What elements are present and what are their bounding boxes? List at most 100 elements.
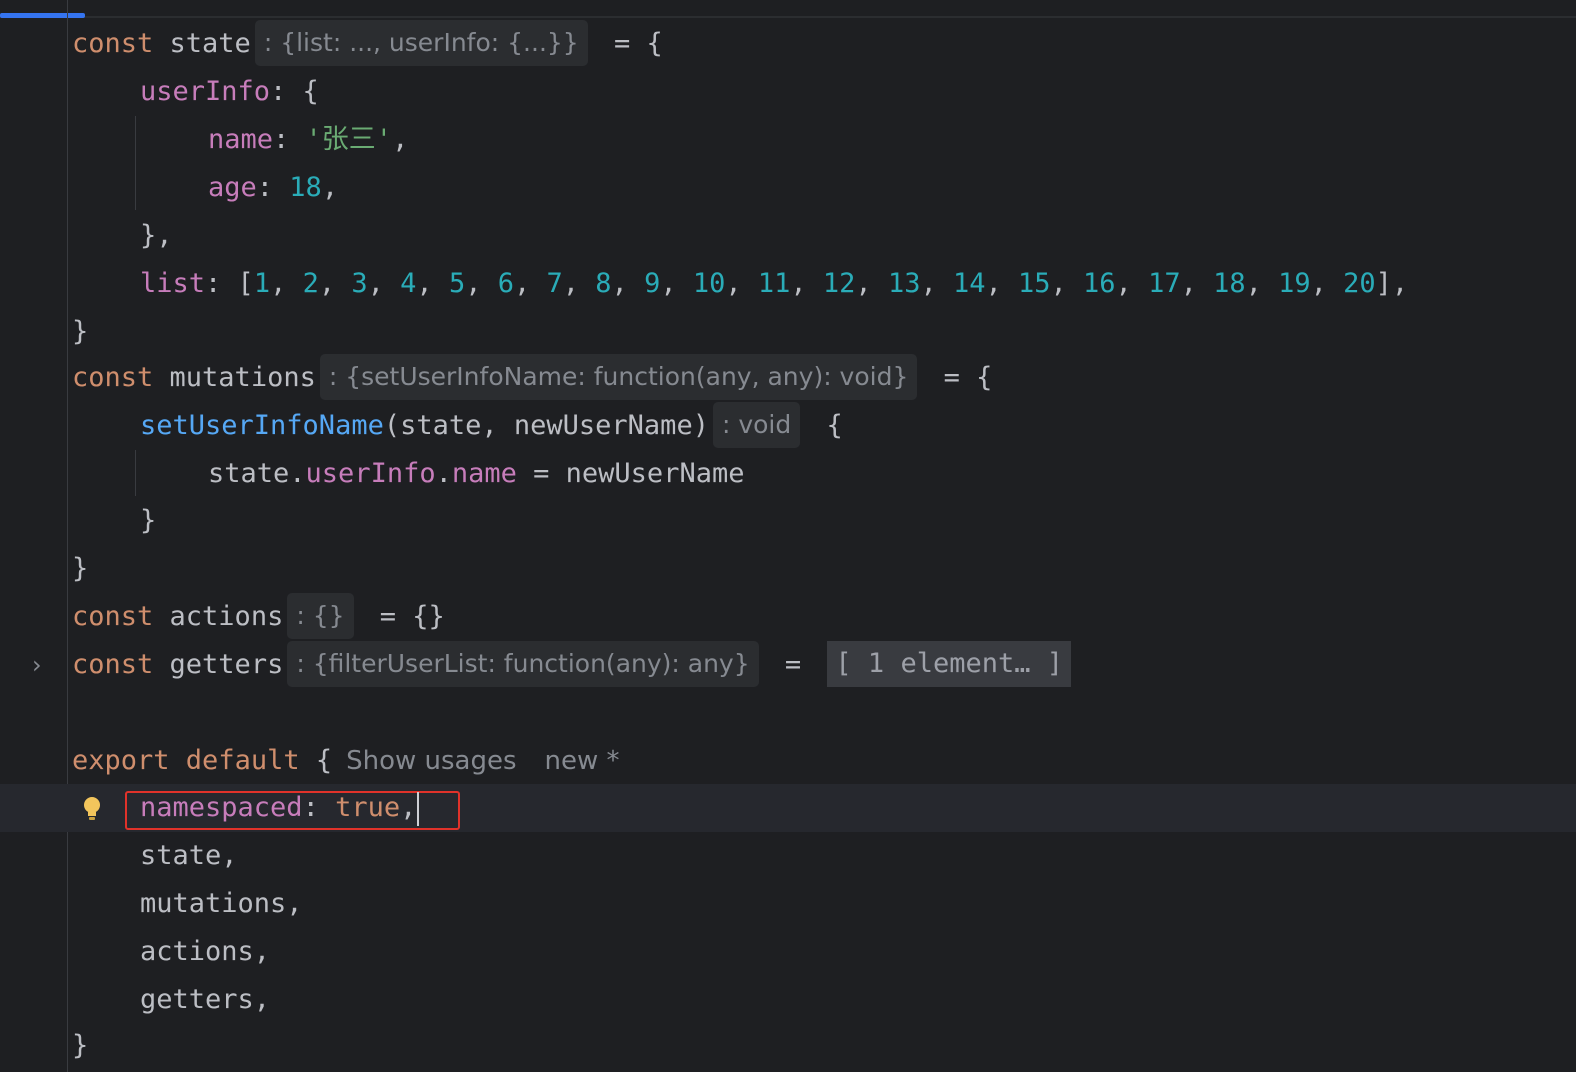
separator: , xyxy=(416,268,449,299)
separator: , xyxy=(611,268,645,299)
number-literal: 15 xyxy=(1018,268,1051,299)
number-literal: 9 xyxy=(644,268,661,299)
property: userInfo xyxy=(140,76,271,107)
property: name xyxy=(451,458,517,489)
number-literal: 1 xyxy=(253,268,271,299)
number-literal: 11 xyxy=(757,268,791,299)
code-line-setuserinfoname[interactable]: setUserInfoName(state, newUserName): voi… xyxy=(140,402,843,450)
code-line[interactable]: } xyxy=(72,308,88,356)
keyword: const xyxy=(72,601,154,632)
code-text: { xyxy=(299,745,333,776)
separator: , xyxy=(318,268,352,299)
string-literal: '张三' xyxy=(305,124,393,155)
code-line-export-default[interactable]: export default { Show usages new * xyxy=(72,737,620,785)
number-literal: 14 xyxy=(952,268,986,299)
progress-track xyxy=(0,16,1576,18)
code-text: } xyxy=(72,1030,89,1061)
separator: , xyxy=(725,268,758,299)
code-text: : [ xyxy=(205,268,254,299)
separator: , xyxy=(513,268,547,299)
separator: , xyxy=(1050,268,1084,299)
type-inlay-hint[interactable]: : {} xyxy=(287,593,354,639)
code-line-age[interactable]: age: 18, xyxy=(208,164,338,212)
separator: , xyxy=(562,268,596,299)
number-literal: 13 xyxy=(887,268,921,299)
keyword: const xyxy=(72,28,154,59)
code-line[interactable]: }, xyxy=(140,212,173,260)
function-name: setUserInfoName xyxy=(140,410,384,441)
code-line[interactable]: actions, xyxy=(140,928,270,976)
type-inlay-hint[interactable]: : {setUserInfoName: function(any, any): … xyxy=(319,354,918,400)
code-text: mutations, xyxy=(140,888,303,919)
separator: , xyxy=(920,268,953,299)
keyword: const xyxy=(72,649,154,680)
number-array: 1, 2, 3, 4, 5, 6, 7, 8, 9, 10, 11, 12, 1… xyxy=(254,268,1376,299)
code-text: : xyxy=(256,172,290,203)
code-text: }, xyxy=(140,220,173,251)
code-line-userinfo[interactable]: userInfo: { xyxy=(140,68,319,116)
keyword: default xyxy=(169,745,300,776)
code-line[interactable]: } xyxy=(72,1022,88,1070)
property: userInfo xyxy=(305,458,436,489)
code-line[interactable]: } xyxy=(140,497,156,545)
code-text: , xyxy=(392,124,409,155)
number-literal: 2 xyxy=(302,268,319,299)
code-line[interactable]: } xyxy=(72,545,88,593)
type-inlay-hint[interactable]: : {list: ..., userInfo: {...}} xyxy=(254,20,588,66)
code-line-name[interactable]: name: '张三', xyxy=(208,116,408,164)
number-literal: 3 xyxy=(351,268,368,299)
code-line-getters-decl[interactable]: const getters: {filterUserList: function… xyxy=(72,641,1071,689)
code-text: } xyxy=(140,505,157,536)
property: age xyxy=(208,172,257,203)
code-text: , xyxy=(321,172,339,203)
code-text: actions, xyxy=(140,936,271,967)
code-line[interactable]: state, xyxy=(140,832,238,880)
code-text: } xyxy=(72,553,89,584)
code-editor[interactable]: const state: {list: ..., userInfo: {...}… xyxy=(0,0,1576,1072)
number-literal: 18 xyxy=(289,172,322,203)
code-text: : xyxy=(302,792,336,823)
separator: , xyxy=(1245,268,1279,299)
author-hint[interactable]: new * xyxy=(545,746,620,776)
separator: , xyxy=(855,268,888,299)
folded-region[interactable]: [ 1 element… ] xyxy=(827,641,1071,687)
code-line-state-decl[interactable]: const state: {list: ..., userInfo: {...}… xyxy=(72,20,663,68)
keyword: export xyxy=(72,745,170,776)
code-line[interactable]: mutations, xyxy=(140,880,303,928)
identifier: actions xyxy=(153,601,284,632)
number-literal: 20 xyxy=(1343,268,1376,299)
number-literal: 19 xyxy=(1278,268,1311,299)
return-type-inlay-hint[interactable]: : void xyxy=(712,402,801,448)
number-literal: 4 xyxy=(400,268,417,299)
code-text: ], xyxy=(1375,268,1409,299)
keyword: const xyxy=(72,362,154,393)
indent-guide xyxy=(135,116,136,210)
code-text: } xyxy=(72,316,89,347)
number-literal: 10 xyxy=(692,268,726,299)
code-line-actions-decl[interactable]: const actions: {} = {} xyxy=(72,593,445,641)
separator: , xyxy=(660,268,693,299)
code-text: , xyxy=(400,792,417,823)
code-text: = xyxy=(768,649,818,680)
code-line-namespaced[interactable]: namespaced: true, xyxy=(140,784,420,832)
number-literal: 5 xyxy=(448,268,466,299)
show-usages-link[interactable]: Show usages xyxy=(346,746,516,776)
property: namespaced xyxy=(140,792,303,823)
code-text: = { xyxy=(927,362,993,393)
code-text: = newUserName xyxy=(516,458,745,489)
number-literal: 8 xyxy=(595,268,612,299)
code-text: : { xyxy=(270,76,319,107)
code-text: state. xyxy=(208,458,306,489)
code-line-mutations-decl[interactable]: const mutations: {setUserInfoName: funct… xyxy=(72,354,992,402)
code-line-list[interactable]: list: [1, 2, 3, 4, 5, 6, 7, 8, 9, 10, 11… xyxy=(140,260,1408,308)
code-line[interactable]: getters, xyxy=(140,976,270,1024)
number-literal: 16 xyxy=(1083,268,1116,299)
lightbulb-icon[interactable] xyxy=(82,795,102,823)
code-line-assignment[interactable]: state.userInfo.name = newUserName xyxy=(208,450,744,498)
number-literal: 12 xyxy=(822,268,856,299)
chevron-right-icon[interactable]: › xyxy=(32,650,50,680)
property: name xyxy=(208,124,274,155)
type-inlay-hint[interactable]: : {filterUserList: function(any): any} xyxy=(287,641,759,687)
code-text: state, xyxy=(140,840,238,871)
number-literal: 18 xyxy=(1213,268,1246,299)
